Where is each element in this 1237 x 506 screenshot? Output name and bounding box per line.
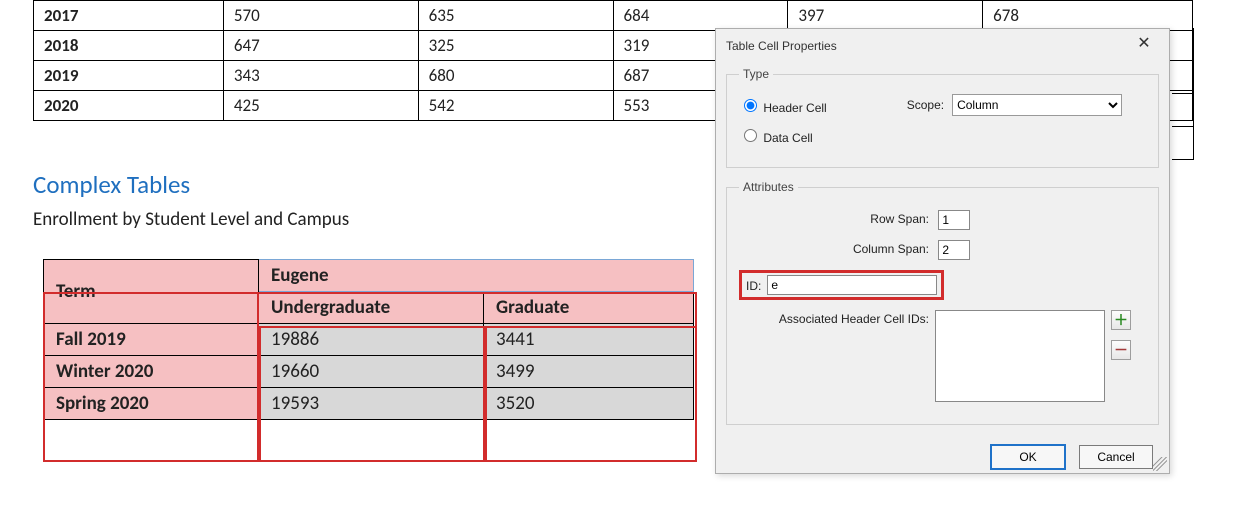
remove-icon[interactable]: － [1111,340,1131,360]
year-cell: 2017 [34,1,224,31]
table-row: 2017 570 635 684 397 678 [34,1,1193,31]
associated-ids-label: Associated Header Cell IDs: [739,310,929,326]
data-cell[interactable]: 19886 [259,324,484,356]
data-cell: 680 [418,61,613,91]
table-row: Spring 2020 19593 3520 [44,388,694,420]
data-cell: 343 [223,61,418,91]
year-cell: 2020 [34,91,224,121]
data-cell: 678 [983,1,1193,31]
resize-grip-icon[interactable] [1153,457,1167,471]
radio-data-cell[interactable]: Data Cell [739,131,813,145]
add-icon[interactable]: ＋ [1111,310,1131,330]
data-cell[interactable]: 19660 [259,356,484,388]
table-cell-properties-dialog[interactable]: Table Cell Properties ✕ Type Header Cell… [715,28,1170,474]
type-group: Type Header Cell Scope: Column Data Cell [726,67,1159,168]
attributes-legend: Attributes [739,180,798,194]
attributes-group: Attributes Row Span: Column Span: ID: As… [726,180,1159,425]
complex-table[interactable]: Term Eugene Undergraduate Graduate Fall … [43,259,694,420]
scope-select[interactable]: Column [952,94,1122,116]
data-cell[interactable]: 19593 [259,388,484,420]
table-row: Fall 2019 19886 3441 [44,324,694,356]
year-cell: 2019 [34,61,224,91]
dialog-title: Table Cell Properties [726,39,837,53]
rowspan-label: Row Span: [739,210,929,226]
scope-label: Scope: [907,98,944,112]
radio-header-cell[interactable]: Header Cell [739,96,827,115]
data-cell: 425 [223,91,418,121]
data-cell: 570 [223,1,418,31]
header-cell-radio[interactable] [744,99,757,112]
data-cell-radio[interactable] [744,129,757,142]
associated-ids-textarea[interactable] [935,310,1105,402]
campus-header[interactable]: Eugene [259,260,694,292]
close-icon[interactable]: ✕ [1129,35,1159,57]
type-legend: Type [739,67,773,81]
data-cell: 325 [418,31,613,61]
data-cell: 635 [418,1,613,31]
data-cell[interactable]: 3520 [484,388,694,420]
table-row: Winter 2020 19660 3499 [44,356,694,388]
background-table-edges [1172,28,1194,160]
colspan-input[interactable] [938,240,970,260]
data-cell: 542 [418,91,613,121]
undergrad-header[interactable]: Undergraduate [259,292,484,324]
id-field-highlight: ID: [739,270,944,300]
ok-button[interactable]: OK [991,445,1065,469]
term-header[interactable]: Term [44,260,259,324]
data-cell: 647 [223,31,418,61]
id-label: ID: [746,277,761,293]
rowhead[interactable]: Fall 2019 [44,324,259,356]
data-cell[interactable]: 3499 [484,356,694,388]
id-input[interactable] [767,275,937,295]
table-header-row: Term Eugene [44,260,694,292]
graduate-header[interactable]: Graduate [484,292,694,324]
year-cell: 2018 [34,31,224,61]
data-cell: 684 [613,1,788,31]
data-cell: 397 [788,1,983,31]
colspan-label: Column Span: [739,240,929,256]
cancel-button[interactable]: Cancel [1079,445,1153,469]
rowspan-input[interactable] [938,210,970,230]
rowhead[interactable]: Winter 2020 [44,356,259,388]
data-cell[interactable]: 3441 [484,324,694,356]
rowhead[interactable]: Spring 2020 [44,388,259,420]
